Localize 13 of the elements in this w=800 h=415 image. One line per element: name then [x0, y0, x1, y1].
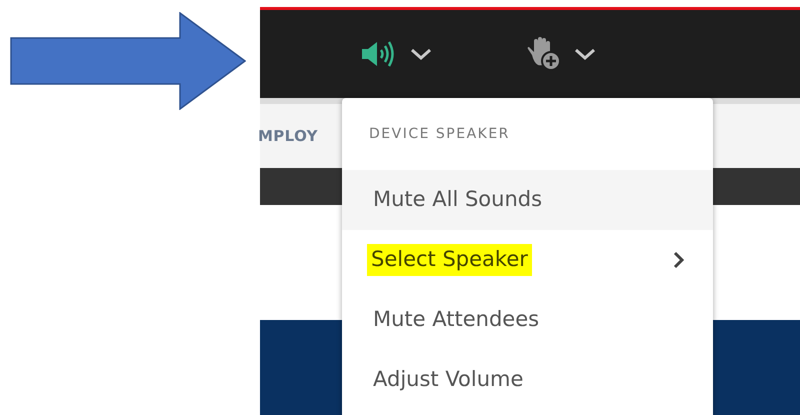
menu-item-label: Mute All Sounds: [373, 186, 542, 214]
hand-plus-icon: [526, 37, 562, 71]
chevron-down-icon: [574, 47, 596, 61]
menu-item-label: Select Speaker: [367, 244, 532, 276]
menu-item[interactable]: Mute All Sounds: [342, 170, 713, 230]
nav-tab[interactable]: MPLOY: [258, 124, 318, 148]
menu-item-label: Mute Attendees: [373, 306, 540, 334]
chevron-down-icon: [410, 47, 432, 61]
menu-item[interactable]: Adjust Volume: [342, 350, 713, 410]
menu-header: DEVICE SPEAKER: [368, 124, 511, 144]
menu-item[interactable]: Mute Attendees: [342, 290, 713, 350]
menu-item-label: Adjust Volume: [373, 366, 524, 394]
menu-item[interactable]: Select Speaker: [342, 230, 713, 290]
